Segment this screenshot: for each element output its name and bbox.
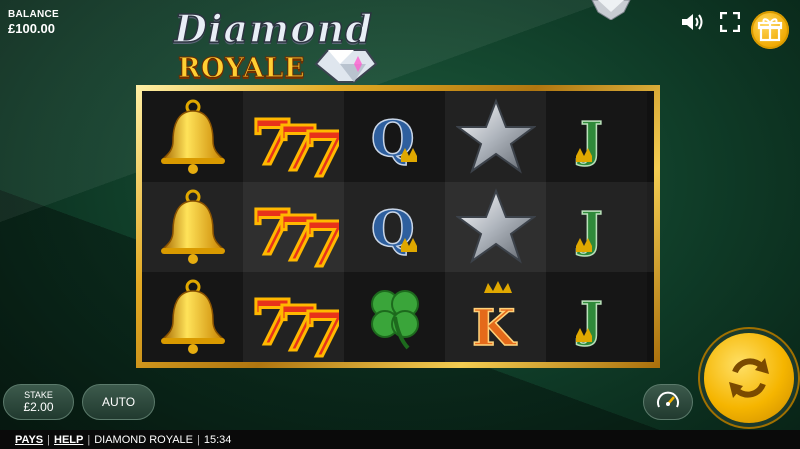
gift-icon xyxy=(757,18,783,42)
autoplay-button[interactable]: AUTO xyxy=(82,384,155,420)
logo-line2: ROYALE xyxy=(177,53,306,85)
svg-text:7: 7 xyxy=(303,208,339,270)
fullscreen-icon[interactable] xyxy=(720,12,740,32)
svg-text:K: K xyxy=(472,298,517,355)
star-symbol-icon xyxy=(445,92,546,182)
spin-arrows-icon xyxy=(729,358,769,398)
queen-symbol-icon: Q xyxy=(344,182,445,272)
queen-symbol-icon: Q xyxy=(344,92,445,182)
seven-symbol-icon: 777 xyxy=(243,272,344,362)
gift-button[interactable] xyxy=(751,11,789,49)
jack-symbol-icon: J xyxy=(546,92,647,182)
star-symbol-icon xyxy=(445,182,546,272)
game-logo: Diamond ROYALE xyxy=(164,5,384,85)
logo-line1: Diamond xyxy=(173,5,373,52)
balance-display: BALANCE £100.00 xyxy=(8,9,59,36)
game-name: DIAMOND ROYALE xyxy=(94,433,194,446)
speaker-icon[interactable] xyxy=(680,12,704,32)
spin-button[interactable] xyxy=(704,333,794,423)
footer-divider: | xyxy=(87,433,91,446)
bell-symbol-icon xyxy=(142,272,243,362)
turbo-button[interactable] xyxy=(643,384,693,420)
reel-frame: 777 777 777 Q Q K J J J xyxy=(136,85,660,368)
seven-symbol-icon: 777 xyxy=(243,182,344,272)
stake-button[interactable]: STAKE £2.00 xyxy=(3,384,74,420)
bell-symbol-icon xyxy=(142,182,243,272)
balance-label: BALANCE xyxy=(8,9,59,20)
logo-diamond-icon xyxy=(314,49,378,83)
diamond-gem-icon xyxy=(591,0,631,20)
balance-value: £100.00 xyxy=(8,21,55,36)
clock: 15:34 xyxy=(203,433,232,446)
stake-value: £2.00 xyxy=(23,400,54,414)
reel-area: 777 777 777 Q Q K J J J xyxy=(142,91,654,362)
bell-symbol-icon xyxy=(142,92,243,182)
clover-symbol-icon xyxy=(344,272,445,362)
jack-symbol-icon: J xyxy=(546,272,647,362)
footer-divider: | xyxy=(197,433,200,446)
stake-label: STAKE xyxy=(24,390,53,400)
king-symbol-icon: K xyxy=(445,272,546,362)
svg-text:7: 7 xyxy=(303,118,339,180)
svg-text:7: 7 xyxy=(303,298,339,360)
jack-symbol-icon: J xyxy=(546,182,647,272)
help-link[interactable]: HELP xyxy=(54,434,83,446)
turbo-gauge-icon xyxy=(657,391,679,408)
seven-symbol-icon: 777 xyxy=(243,92,344,182)
pays-link[interactable]: PAYS xyxy=(15,434,43,446)
footer-bar: PAYS | HELP | DIAMOND ROYALE | 15:34 xyxy=(0,430,800,449)
footer-divider: | xyxy=(47,433,50,446)
